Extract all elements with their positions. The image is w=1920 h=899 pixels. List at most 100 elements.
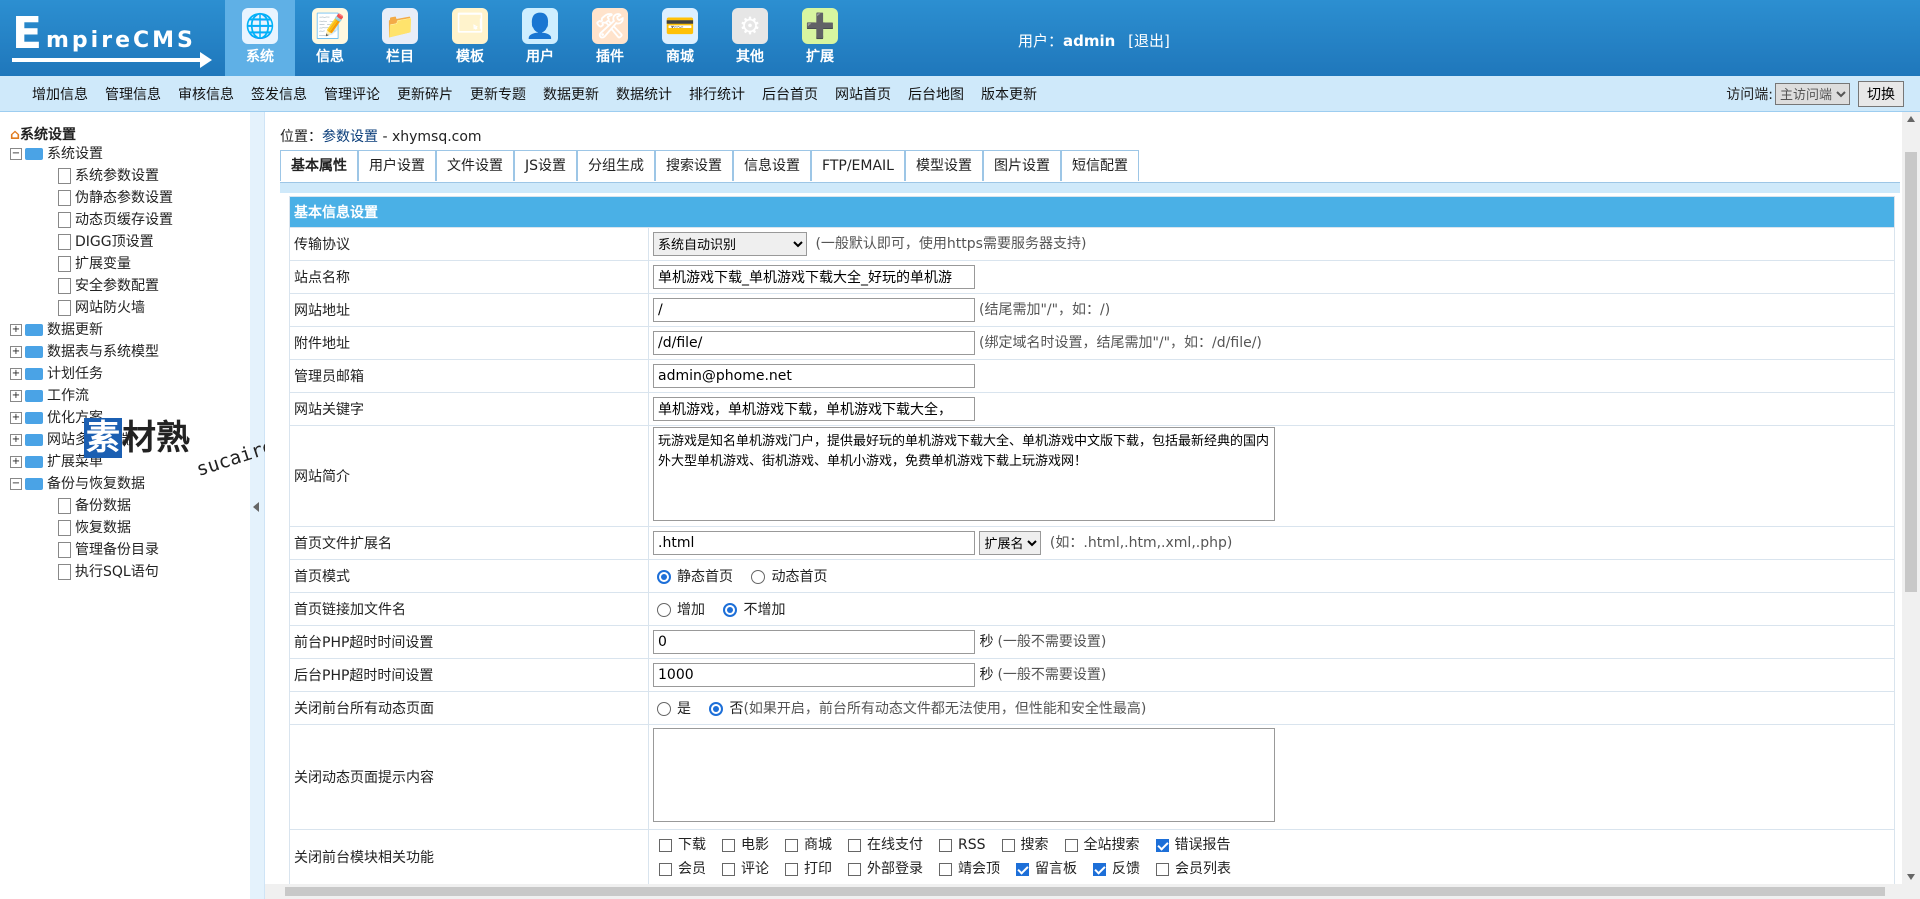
expand-icon[interactable]: + xyxy=(10,390,22,402)
keywords-input[interactable] xyxy=(653,397,975,421)
closedynamic-yes-radio[interactable] xyxy=(657,702,671,716)
vertical-scroll-thumb[interactable] xyxy=(1905,152,1917,592)
collapse-icon[interactable]: − xyxy=(10,148,22,160)
subnav-item-0[interactable]: 增加信息 xyxy=(32,84,88,104)
subnav-item-11[interactable]: 网站首页 xyxy=(835,84,891,104)
breadcrumb-link[interactable]: 参数设置 xyxy=(322,129,378,145)
indexlink-add-radio[interactable] xyxy=(657,603,671,617)
nav-item-3[interactable]: 🗔 模板 xyxy=(435,0,505,76)
horizontal-scrollbar[interactable] xyxy=(265,884,1920,899)
email-input[interactable] xyxy=(653,364,975,388)
module-checkbox[interactable] xyxy=(1093,862,1106,876)
indexmode-dynamic-radio[interactable] xyxy=(751,570,766,584)
indexext-select[interactable]: 扩展名 xyxy=(979,531,1042,555)
sidebar-item[interactable]: + 工作流 xyxy=(10,386,89,406)
closedynamic-no-radio[interactable] xyxy=(709,702,724,716)
expand-icon[interactable]: + xyxy=(10,324,22,336)
visit-endpoint-select[interactable]: 主访问端 xyxy=(1775,83,1850,105)
nav-item-6[interactable]: 💳 商城 xyxy=(645,0,715,76)
module-checkbox[interactable] xyxy=(722,838,735,852)
module-checkbox[interactable] xyxy=(848,862,861,876)
tab-6[interactable]: 信息设置 xyxy=(733,150,812,181)
siteurl-input[interactable] xyxy=(653,298,975,322)
module-checkbox[interactable] xyxy=(848,838,861,852)
tab-7[interactable]: FTP/EMAIL xyxy=(811,150,905,181)
adminphptimeout-input[interactable] xyxy=(653,663,975,687)
sidebar-item[interactable]: + 计划任务 xyxy=(10,364,103,384)
subnav-item-7[interactable]: 数据更新 xyxy=(543,84,599,104)
collapse-icon[interactable]: − xyxy=(10,478,22,490)
phptimeout-input[interactable] xyxy=(653,630,975,654)
subnav-item-10[interactable]: 后台首页 xyxy=(762,84,818,104)
tab-0[interactable]: 基本属性 xyxy=(280,150,358,181)
module-checkbox[interactable] xyxy=(939,862,952,876)
module-checkbox[interactable] xyxy=(659,838,672,852)
indexext-input[interactable] xyxy=(653,531,975,555)
tab-2[interactable]: 文件设置 xyxy=(436,150,514,181)
subnav-item-1[interactable]: 管理信息 xyxy=(105,84,161,104)
logout-link[interactable]: [退出] xyxy=(1128,32,1170,50)
subnav-item-3[interactable]: 签发信息 xyxy=(251,84,307,104)
sidebar-item[interactable]: DIGG顶设置 xyxy=(58,232,154,252)
nav-item-4[interactable]: 👤 用户 xyxy=(505,0,575,76)
sidebar-item[interactable]: 执行SQL语句 xyxy=(58,562,159,582)
module-checkbox[interactable] xyxy=(1064,838,1078,852)
switch-button[interactable]: 切换 xyxy=(1858,81,1904,107)
intro-textarea[interactable]: 玩游戏是知名单机游戏门户，提供最好玩的单机游戏下载大全、单机游戏中文版下载，包括… xyxy=(653,427,1275,521)
indexlink-noadd-radio[interactable] xyxy=(723,603,738,617)
sidebar-item[interactable]: − 备份与恢复数据 xyxy=(10,474,145,494)
sidebar-item[interactable]: 管理备份目录 xyxy=(58,540,159,560)
expand-icon[interactable]: + xyxy=(10,368,22,380)
module-checkbox[interactable] xyxy=(1155,838,1169,852)
sidebar-item[interactable]: + 数据更新 xyxy=(10,320,103,340)
sidebar-item[interactable]: 系统参数设置 xyxy=(58,166,159,186)
sidebar-item[interactable]: 网站防火墙 xyxy=(58,298,145,318)
subnav-item-4[interactable]: 管理评论 xyxy=(324,84,380,104)
sidebar-item[interactable]: 恢复数据 xyxy=(58,518,131,538)
scroll-down-icon[interactable] xyxy=(1907,874,1915,880)
subnav-item-13[interactable]: 版本更新 xyxy=(981,84,1037,104)
subnav-item-8[interactable]: 数据统计 xyxy=(616,84,672,104)
sidebar-item[interactable]: + 网站多访问端 xyxy=(10,430,131,450)
tab-8[interactable]: 模型设置 xyxy=(904,150,983,181)
tab-4[interactable]: 分组生成 xyxy=(577,150,656,181)
fileurl-input[interactable] xyxy=(653,331,975,355)
sidebar-splitter[interactable] xyxy=(250,112,265,899)
indexmode-static-radio[interactable] xyxy=(657,570,671,584)
sidebar-item[interactable]: 伪静态参数设置 xyxy=(58,188,173,208)
module-checkbox[interactable] xyxy=(785,838,798,852)
tab-5[interactable]: 搜索设置 xyxy=(655,150,734,181)
empirecms-logo[interactable]: E mpireCMS xyxy=(8,8,218,68)
tab-10[interactable]: 短信配置 xyxy=(1060,150,1139,181)
nav-item-2[interactable]: 📁 栏目 xyxy=(365,0,435,76)
expand-icon[interactable]: + xyxy=(10,346,22,358)
horizontal-scroll-thumb[interactable] xyxy=(285,887,1885,896)
module-checkbox[interactable] xyxy=(722,862,735,876)
subnav-item-6[interactable]: 更新专题 xyxy=(470,84,526,104)
sitename-input[interactable] xyxy=(653,265,975,289)
sidebar-item[interactable]: + 优化方案 xyxy=(10,408,103,428)
sidebar-item[interactable]: + 数据表与系统模型 xyxy=(10,342,159,362)
sidebar-item[interactable]: 备份数据 xyxy=(58,496,131,516)
tab-3[interactable]: JS设置 xyxy=(514,150,578,181)
expand-icon[interactable]: + xyxy=(10,434,22,446)
expand-icon[interactable]: + xyxy=(10,412,22,424)
collapse-arrow-icon[interactable] xyxy=(253,502,259,512)
nav-item-7[interactable]: ⚙ 其他 xyxy=(715,0,785,76)
sidebar-item[interactable]: − 系统设置 xyxy=(10,144,103,164)
module-checkbox[interactable] xyxy=(1016,862,1029,876)
subnav-item-12[interactable]: 后台地图 xyxy=(908,84,964,104)
subnav-item-2[interactable]: 审核信息 xyxy=(178,84,234,104)
expand-icon[interactable]: + xyxy=(10,456,22,468)
module-checkbox[interactable] xyxy=(1001,838,1015,852)
sidebar-root[interactable]: ⌂系统设置 xyxy=(10,124,76,144)
subnav-item-9[interactable]: 排行统计 xyxy=(689,84,745,104)
closemsg-textarea[interactable] xyxy=(653,728,1275,822)
module-checkbox[interactable] xyxy=(1156,862,1169,876)
sidebar-item[interactable]: 动态页缓存设置 xyxy=(58,210,173,230)
protocol-select[interactable]: 系统自动识别 xyxy=(653,232,807,256)
module-checkbox[interactable] xyxy=(939,838,952,852)
sidebar-item[interactable]: 扩展变量 xyxy=(58,254,131,274)
module-checkbox[interactable] xyxy=(659,862,672,876)
subnav-item-5[interactable]: 更新碎片 xyxy=(397,84,453,104)
